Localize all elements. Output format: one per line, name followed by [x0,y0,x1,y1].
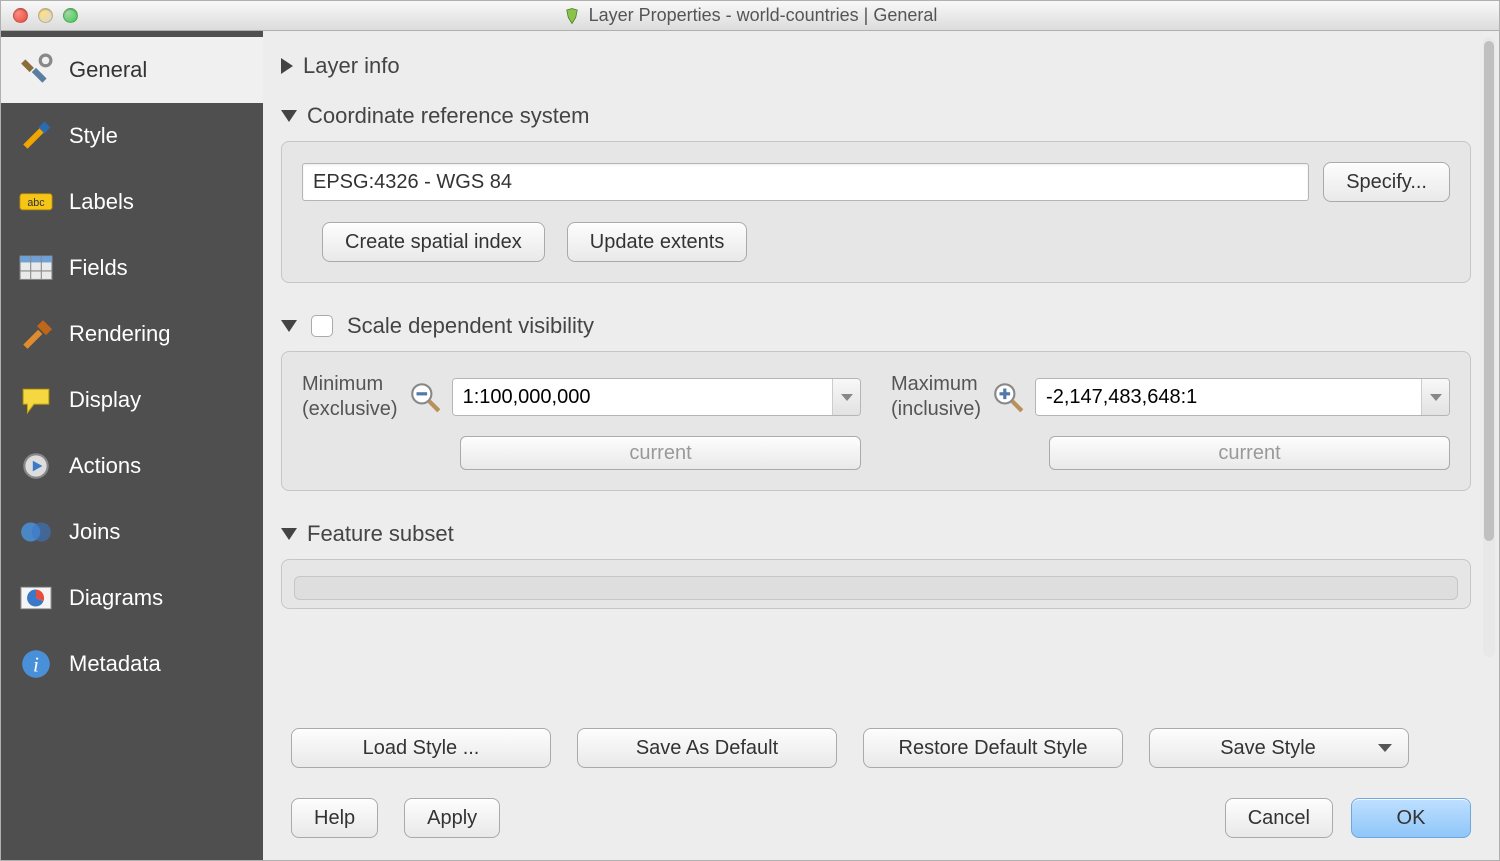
sidebar-item-display[interactable]: Display [1,367,263,433]
sidebar-item-joins[interactable]: Joins [1,499,263,565]
feature-subset-group [281,559,1471,609]
sidebar-item-label: Rendering [69,321,171,347]
brush-icon [19,317,53,351]
apply-button[interactable]: Apply [404,798,500,838]
window-title-text: Layer Properties - world-countries | Gen… [589,5,938,26]
pie-chart-icon [19,581,53,615]
sidebar-item-label: Actions [69,453,141,479]
titlebar: Layer Properties - world-countries | Gen… [1,1,1499,31]
min-scale-label: Minimum (exclusive) [302,372,398,422]
max-scale-input[interactable] [1036,379,1421,415]
join-icon [19,515,53,549]
sidebar-item-label: Fields [69,255,128,281]
speech-bubble-icon [19,383,53,417]
footer: Load Style ... Save As Default Restore D… [263,710,1499,860]
save-style-dropdown[interactable]: Save Style [1149,728,1409,768]
min-scale-combo[interactable] [452,378,861,416]
layer-properties-window: Layer Properties - world-countries | Gen… [0,0,1500,861]
min-current-button[interactable]: current [460,436,861,470]
paintbrush-icon [19,119,53,153]
help-button[interactable]: Help [291,798,378,838]
sidebar-item-label: Metadata [69,651,161,677]
abc-label-icon: abc [19,185,53,219]
close-icon[interactable] [13,8,28,23]
section-feature-subset[interactable]: Feature subset [281,509,1471,559]
crs-group: Specify... Create spatial index Update e… [281,141,1471,283]
main-panel: Layer info Coordinate reference system S… [263,31,1499,860]
sidebar-item-general[interactable]: General [1,37,263,103]
zoom-icon[interactable] [63,8,78,23]
content-area: Layer info Coordinate reference system S… [263,31,1499,710]
zoom-out-icon [408,380,442,414]
qgis-app-icon [563,7,581,25]
gear-play-icon [19,449,53,483]
chevron-down-icon[interactable] [832,379,860,415]
sidebar-item-style[interactable]: Style [1,103,263,169]
restore-default-style-button[interactable]: Restore Default Style [863,728,1123,768]
section-crs[interactable]: Coordinate reference system [281,91,1471,141]
sidebar-item-label: Labels [69,189,134,215]
update-extents-button[interactable]: Update extents [567,222,748,262]
sidebar-item-fields[interactable]: Fields [1,235,263,301]
max-current-button[interactable]: current [1049,436,1450,470]
load-style-button[interactable]: Load Style ... [291,728,551,768]
scrollbar[interactable] [1483,37,1495,657]
chevron-down-icon [281,528,297,540]
chevron-down-icon [281,110,297,122]
sidebar-item-actions[interactable]: Actions [1,433,263,499]
scrollbar-thumb[interactable] [1484,41,1494,541]
svg-text:i: i [33,652,39,676]
info-icon: i [19,647,53,681]
sidebar-item-label: Diagrams [69,585,163,611]
min-scale-input[interactable] [453,379,832,415]
sidebar-item-label: Display [69,387,141,413]
max-scale-combo[interactable] [1035,378,1450,416]
scale-group: Minimum (exclusive) [281,351,1471,491]
specify-crs-button[interactable]: Specify... [1323,162,1450,202]
section-title: Layer info [303,53,400,79]
max-scale-label: Maximum (inclusive) [891,372,981,422]
chevron-right-icon [281,58,293,74]
window-controls [1,8,78,23]
section-title: Coordinate reference system [307,103,589,129]
sidebar-item-label: General [69,57,147,83]
sidebar-item-rendering[interactable]: Rendering [1,301,263,367]
minimize-icon[interactable] [38,8,53,23]
section-layer-info[interactable]: Layer info [281,41,1471,91]
chevron-down-icon[interactable] [1421,379,1449,415]
sidebar-item-label: Style [69,123,118,149]
save-as-default-button[interactable]: Save As Default [577,728,837,768]
sidebar-item-label: Joins [69,519,120,545]
create-spatial-index-button[interactable]: Create spatial index [322,222,545,262]
section-title: Scale dependent visibility [347,313,594,339]
crs-input[interactable] [302,163,1309,201]
feature-subset-textarea[interactable] [294,576,1458,600]
scale-visibility-checkbox[interactable] [311,315,333,337]
wrench-icon [19,53,53,87]
table-icon [19,251,53,285]
sidebar: General Style abc Labels Fields [1,31,263,860]
cancel-button[interactable]: Cancel [1225,798,1333,838]
sidebar-item-metadata[interactable]: i Metadata [1,631,263,697]
section-scale-visibility[interactable]: Scale dependent visibility [281,301,1471,351]
ok-button[interactable]: OK [1351,798,1471,838]
sidebar-item-labels[interactable]: abc Labels [1,169,263,235]
window-title: Layer Properties - world-countries | Gen… [1,5,1499,26]
sidebar-item-diagrams[interactable]: Diagrams [1,565,263,631]
chevron-down-icon [281,320,297,332]
section-title: Feature subset [307,521,454,547]
svg-text:abc: abc [27,197,45,209]
zoom-in-icon [991,380,1025,414]
